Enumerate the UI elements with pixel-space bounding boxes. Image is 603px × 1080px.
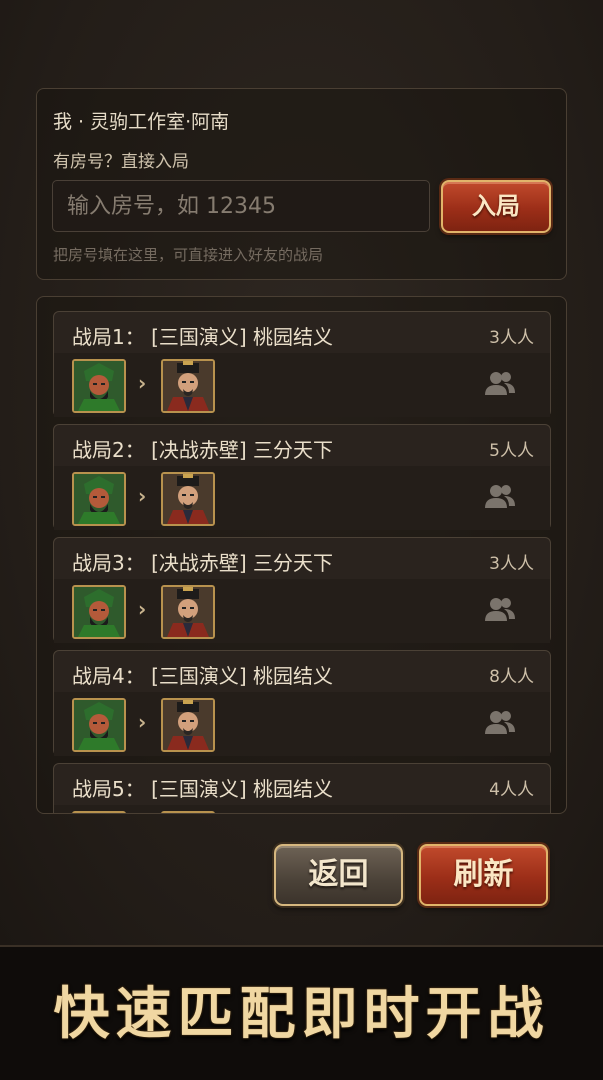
match-card-header: 战局5： [三国演义] 桃园结义 4人人 (54, 764, 550, 805)
green-general-portrait (72, 472, 126, 526)
match-title: 战局4： [三国演义] 桃园结义 (72, 664, 334, 688)
match-player-count: 3人人 (489, 328, 534, 348)
match-title: 战局1： [三国演义] 桃园结义 (72, 325, 334, 349)
red-general-portrait (161, 698, 215, 752)
match-card[interactable]: 战局2： [决战赤壁] 三分天下 5人人 › (53, 424, 551, 530)
match-card[interactable]: 战局5： [三国演义] 桃园结义 4人人 › (53, 763, 551, 813)
room-hint: 有房号？直接入局 (53, 152, 189, 172)
match-card-header: 战局1： [三国演义] 桃园结义 3人人 (54, 312, 550, 353)
chevron-right-icon: › (138, 597, 147, 621)
red-general-portrait (161, 585, 215, 639)
red-general-portrait (161, 359, 215, 413)
green-general-portrait (72, 359, 126, 413)
user-separator: · (78, 111, 85, 133)
match-title: 战局2： [决战赤壁] 三分天下 (72, 438, 334, 462)
group-icon[interactable] (484, 708, 516, 736)
back-button[interactable]: 返回 (274, 844, 403, 906)
match-card-body: › (54, 353, 550, 417)
group-icon[interactable] (484, 595, 516, 623)
promo-banner: 快速匹配即时开战 (0, 945, 603, 1080)
chevron-right-icon: › (138, 371, 147, 395)
match-title: 战局5： [三国演义] 桃园结义 (72, 777, 334, 801)
match-card-body: › (54, 692, 550, 756)
match-player-count: 4人人 (489, 780, 534, 800)
match-card[interactable]: 战局1： [三国演义] 桃园结义 3人人 › (53, 311, 551, 417)
user-label: 我 (53, 111, 73, 133)
red-general-portrait (161, 472, 215, 526)
group-icon[interactable] (484, 482, 516, 510)
join-button[interactable]: 入局 (441, 180, 551, 233)
match-card-body: › (54, 466, 550, 530)
room-help-text: 把房号填在这里，可直接进入好友的战局 (53, 246, 324, 264)
green-general-portrait (72, 585, 126, 639)
green-general-portrait (72, 698, 126, 752)
group-icon[interactable] (484, 369, 516, 397)
match-card-header: 战局4： [三国演义] 桃园结义 8人人 (54, 651, 550, 692)
chevron-right-icon: › (138, 484, 147, 508)
match-player-count: 5人人 (489, 441, 534, 461)
room-join-panel: 我·灵驹工作室·阿南 有房号？直接入局 入局 把房号填在这里，可直接进入好友的战… (36, 88, 567, 280)
refresh-button[interactable]: 刷新 (419, 844, 548, 906)
match-player-count: 3人人 (489, 554, 534, 574)
banner-text: 快速匹配即时开战 (53, 981, 550, 1047)
match-title: 战局3： [决战赤壁] 三分天下 (72, 551, 334, 575)
match-card[interactable]: 战局4： [三国演义] 桃园结义 8人人 › (53, 650, 551, 756)
green-general-portrait (72, 811, 126, 813)
match-card[interactable]: 战局3： [决战赤壁] 三分天下 3人人 › (53, 537, 551, 643)
match-player-count: 8人人 (489, 667, 534, 687)
match-card-body: › (54, 579, 550, 643)
user-name: 灵驹工作室·阿南 (90, 111, 230, 133)
room-number-input[interactable] (52, 180, 430, 232)
match-list: 战局1： [三国演义] 桃园结义 3人人 › 战局2： [决战赤壁] 三分天下 … (36, 296, 567, 814)
user-info: 我 · 灵驹工作室·阿南 (53, 107, 229, 134)
match-card-body: › (54, 805, 550, 813)
match-card-header: 战局3： [决战赤壁] 三分天下 3人人 (54, 538, 550, 579)
match-card-header: 战局2： [决战赤壁] 三分天下 5人人 (54, 425, 550, 466)
chevron-right-icon: › (138, 710, 147, 734)
red-general-portrait (161, 811, 215, 813)
